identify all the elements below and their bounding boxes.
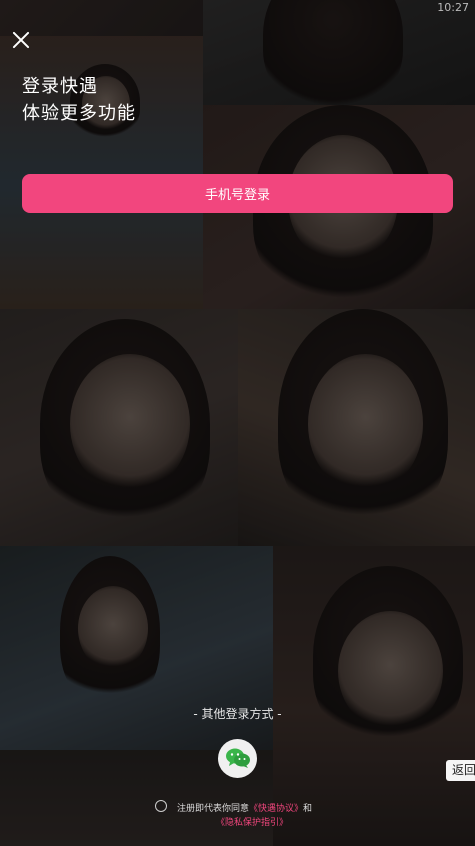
back-button[interactable]: 返回 (446, 760, 475, 781)
other-login-methods-label: - 其他登录方式 - (193, 707, 282, 721)
user-agreement-link[interactable]: 《快遇协议》 (249, 804, 303, 814)
agreement-prefix: 注册即代表你同意 (177, 804, 250, 814)
agreement-text: 注册即代表你同意《快遇协议》和 (177, 801, 312, 814)
agreement-checkbox[interactable] (155, 800, 167, 812)
wechat-icon (226, 748, 250, 768)
phone-login-button[interactable]: 手机号登录 (22, 174, 453, 213)
page-subtitle: 体验更多功能 (22, 103, 136, 124)
privacy-guide-row: 《隐私保护指引》 (216, 815, 288, 828)
agreement-connector: 和 (303, 804, 313, 814)
status-bar-time: 10:27 (437, 1, 469, 14)
page-title: 登录快遇 (22, 76, 98, 97)
close-icon[interactable] (9, 28, 33, 52)
wechat-login-button[interactable] (218, 739, 257, 778)
privacy-guide-link[interactable]: 《隐私保护指引》 (216, 818, 288, 828)
